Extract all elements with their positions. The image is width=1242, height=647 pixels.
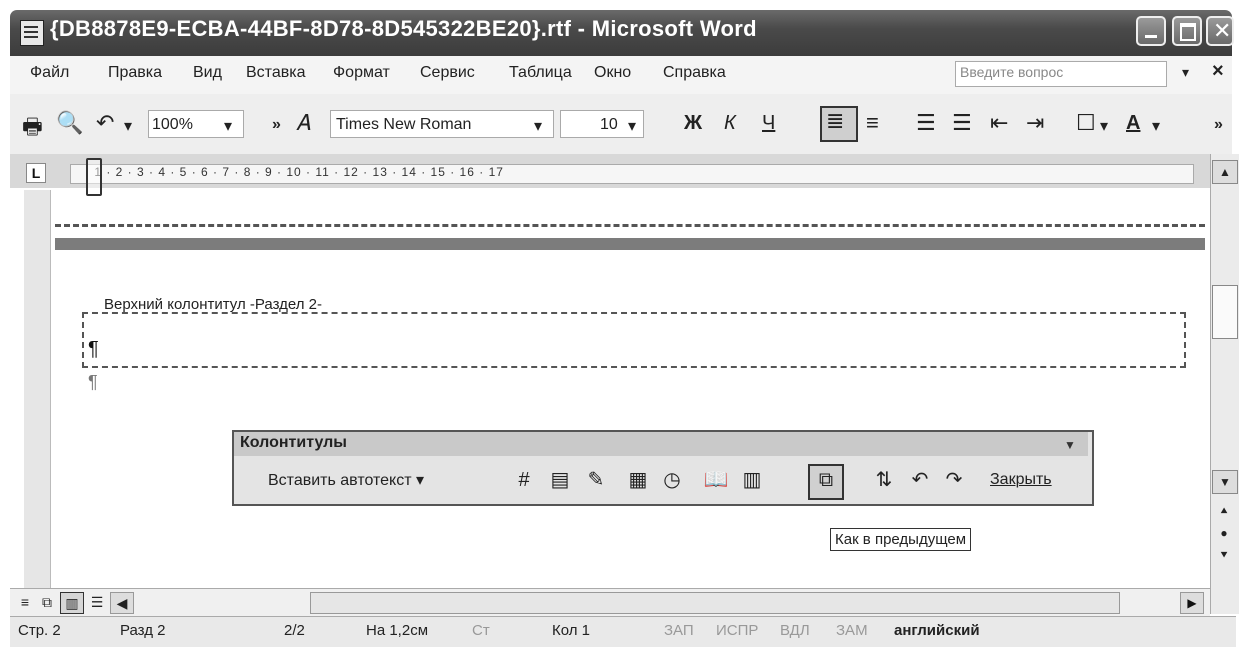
font-size-dropdown-icon[interactable]: ▾ bbox=[628, 116, 636, 136]
menu-file[interactable]: Файл bbox=[30, 64, 69, 82]
status-track-changes[interactable]: ИСПР bbox=[716, 622, 758, 639]
print-layout-view-icon[interactable]: ▥ bbox=[60, 592, 84, 614]
previous-page-icon[interactable]: ⯅ bbox=[1212, 500, 1236, 522]
vertical-ruler[interactable] bbox=[24, 190, 51, 590]
bold-button[interactable]: Ж bbox=[684, 112, 702, 135]
same-as-previous-icon: ⧉ bbox=[818, 469, 834, 491]
maximize-button[interactable] bbox=[1172, 16, 1202, 46]
toolbar-menu-icon[interactable]: ▼ bbox=[1064, 438, 1076, 452]
previous-page-bottom-edge bbox=[55, 224, 1205, 227]
insert-time-icon[interactable]: ◷ bbox=[658, 466, 686, 494]
scroll-down-icon[interactable]: ▼ bbox=[1212, 470, 1238, 494]
close-icon: ✕ bbox=[1213, 18, 1232, 43]
body-paragraph-mark[interactable]: ¶ bbox=[88, 372, 98, 393]
zoom-dropdown-icon[interactable]: ▾ bbox=[224, 116, 232, 136]
close-header-footer-button[interactable]: Закрыть bbox=[990, 471, 1052, 489]
print-icon[interactable]: 🖶 bbox=[22, 110, 43, 148]
numbering-icon[interactable]: ☰ bbox=[916, 110, 936, 136]
show-hide-document-text-icon[interactable]: ▥ bbox=[738, 466, 766, 494]
status-record-macro[interactable]: ЗАП bbox=[664, 622, 694, 639]
status-position: На 1,2см bbox=[366, 622, 429, 639]
status-page-count: 2/2 bbox=[284, 622, 305, 639]
font-name-dropdown-icon[interactable]: ▾ bbox=[534, 116, 542, 136]
window-title: {DB8878E9-ECBA-44BF-8D78-8D545322BE20}.r… bbox=[50, 16, 757, 41]
menu-insert[interactable]: Вставка bbox=[246, 64, 305, 82]
italic-button[interactable]: К bbox=[724, 112, 736, 135]
underline-button[interactable]: Ч bbox=[762, 112, 775, 135]
toolbar-options-icon[interactable]: » bbox=[272, 116, 281, 134]
zoom-value: 100% bbox=[152, 116, 193, 133]
minimize-button[interactable] bbox=[1136, 16, 1166, 46]
ask-question-placeholder: Введите вопрос bbox=[960, 64, 1064, 80]
styles-icon[interactable]: 𝐴 bbox=[296, 110, 311, 136]
status-bar bbox=[10, 616, 1236, 647]
status-line: Ст bbox=[472, 622, 490, 639]
header-section-label: Верхний колонтитул -Раздел 2- bbox=[104, 296, 322, 313]
borders-dropdown-icon[interactable]: ▾ bbox=[1100, 116, 1108, 136]
increase-indent-icon[interactable]: ⇥ bbox=[1026, 110, 1044, 136]
status-page: Стр. 2 bbox=[18, 622, 61, 639]
status-overtype[interactable]: ЗАМ bbox=[836, 622, 868, 639]
insert-number-of-pages-icon[interactable]: ▤ bbox=[546, 466, 574, 494]
vertical-scroll-thumb[interactable] bbox=[1212, 285, 1238, 339]
scroll-left-icon[interactable]: ◀ bbox=[110, 592, 134, 614]
print-preview-icon[interactable]: 🔍 bbox=[56, 110, 83, 136]
page-setup-icon[interactable]: 📖 bbox=[702, 466, 730, 494]
web-layout-view-icon[interactable]: ⧉ bbox=[36, 592, 58, 612]
menu-edit[interactable]: Правка bbox=[108, 64, 162, 82]
menu-window[interactable]: Окно bbox=[594, 64, 631, 82]
next-page-icon[interactable]: ⯆ bbox=[1212, 544, 1236, 566]
undo-icon[interactable]: ↶ bbox=[96, 110, 114, 136]
header-footer-toolbar-titlebar[interactable] bbox=[234, 432, 1088, 456]
header-paragraph-mark[interactable]: ¶ bbox=[88, 338, 99, 361]
status-column: Кол 1 bbox=[552, 622, 591, 639]
show-next-icon[interactable]: ↷ bbox=[940, 466, 968, 494]
header-footer-toolbar-title: Колонтитулы bbox=[240, 434, 347, 451]
word-document-icon[interactable] bbox=[20, 20, 44, 46]
toolbar-more-icon[interactable]: » bbox=[1214, 116, 1223, 134]
font-size-value: 10 bbox=[600, 116, 618, 133]
menu-table[interactable]: Таблица bbox=[509, 64, 572, 82]
borders-icon[interactable]: ☐ bbox=[1076, 110, 1096, 136]
decrease-indent-icon[interactable]: ⇤ bbox=[990, 110, 1008, 136]
bullets-icon[interactable]: ☰ bbox=[952, 110, 972, 136]
ask-dropdown-icon[interactable]: ▾ bbox=[1182, 64, 1189, 81]
font-name-value: Times New Roman bbox=[336, 116, 472, 133]
horizontal-scroll-thumb[interactable] bbox=[310, 592, 1120, 614]
close-document-button[interactable]: × bbox=[1212, 60, 1224, 83]
menu-help[interactable]: Справка bbox=[663, 64, 726, 82]
outline-view-icon[interactable]: ☰ bbox=[86, 592, 108, 612]
status-extend-selection[interactable]: ВДЛ bbox=[780, 622, 810, 639]
font-color-dropdown-icon[interactable]: ▾ bbox=[1152, 116, 1160, 136]
close-window-button[interactable]: ✕ bbox=[1206, 16, 1234, 46]
insert-date-icon[interactable]: ▦ bbox=[624, 466, 652, 494]
format-page-number-icon[interactable]: ✎ bbox=[582, 466, 610, 494]
indent-marker[interactable] bbox=[86, 158, 102, 196]
same-as-previous-tooltip: Как в предыдущем bbox=[830, 528, 972, 551]
scroll-right-icon[interactable]: ▶ bbox=[1180, 592, 1204, 614]
font-color-icon[interactable]: A bbox=[1126, 112, 1140, 135]
header-area[interactable] bbox=[82, 312, 1186, 368]
insert-page-number-icon[interactable]: # bbox=[510, 466, 538, 494]
align-left-icon: ≣ bbox=[826, 108, 845, 133]
menu-format[interactable]: Формат bbox=[333, 64, 390, 82]
menu-view[interactable]: Вид bbox=[193, 64, 222, 82]
status-section: Разд 2 bbox=[120, 622, 166, 639]
align-center-icon[interactable]: ≡ bbox=[866, 110, 879, 136]
show-previous-icon[interactable]: ↶ bbox=[906, 466, 934, 494]
normal-view-icon[interactable]: ≡ bbox=[14, 592, 36, 612]
tab-stop-selector[interactable]: L bbox=[26, 163, 46, 183]
switch-header-footer-icon[interactable]: ⇅ bbox=[870, 466, 898, 494]
insert-autotext-button[interactable]: Вставить автотекст ▾ bbox=[268, 470, 424, 490]
scroll-up-icon[interactable]: ▲ bbox=[1212, 160, 1238, 184]
select-browse-object-icon[interactable]: ● bbox=[1212, 522, 1236, 544]
menu-tools[interactable]: Сервис bbox=[420, 64, 475, 82]
page-separator bbox=[55, 238, 1205, 250]
status-language[interactable]: английский bbox=[894, 622, 980, 639]
ruler-numbers: · 1 · 2 · 3 · 4 · 5 · 6 · 7 · 8 · 9 · 10… bbox=[85, 165, 504, 179]
undo-dropdown-icon[interactable]: ▾ bbox=[124, 116, 132, 136]
